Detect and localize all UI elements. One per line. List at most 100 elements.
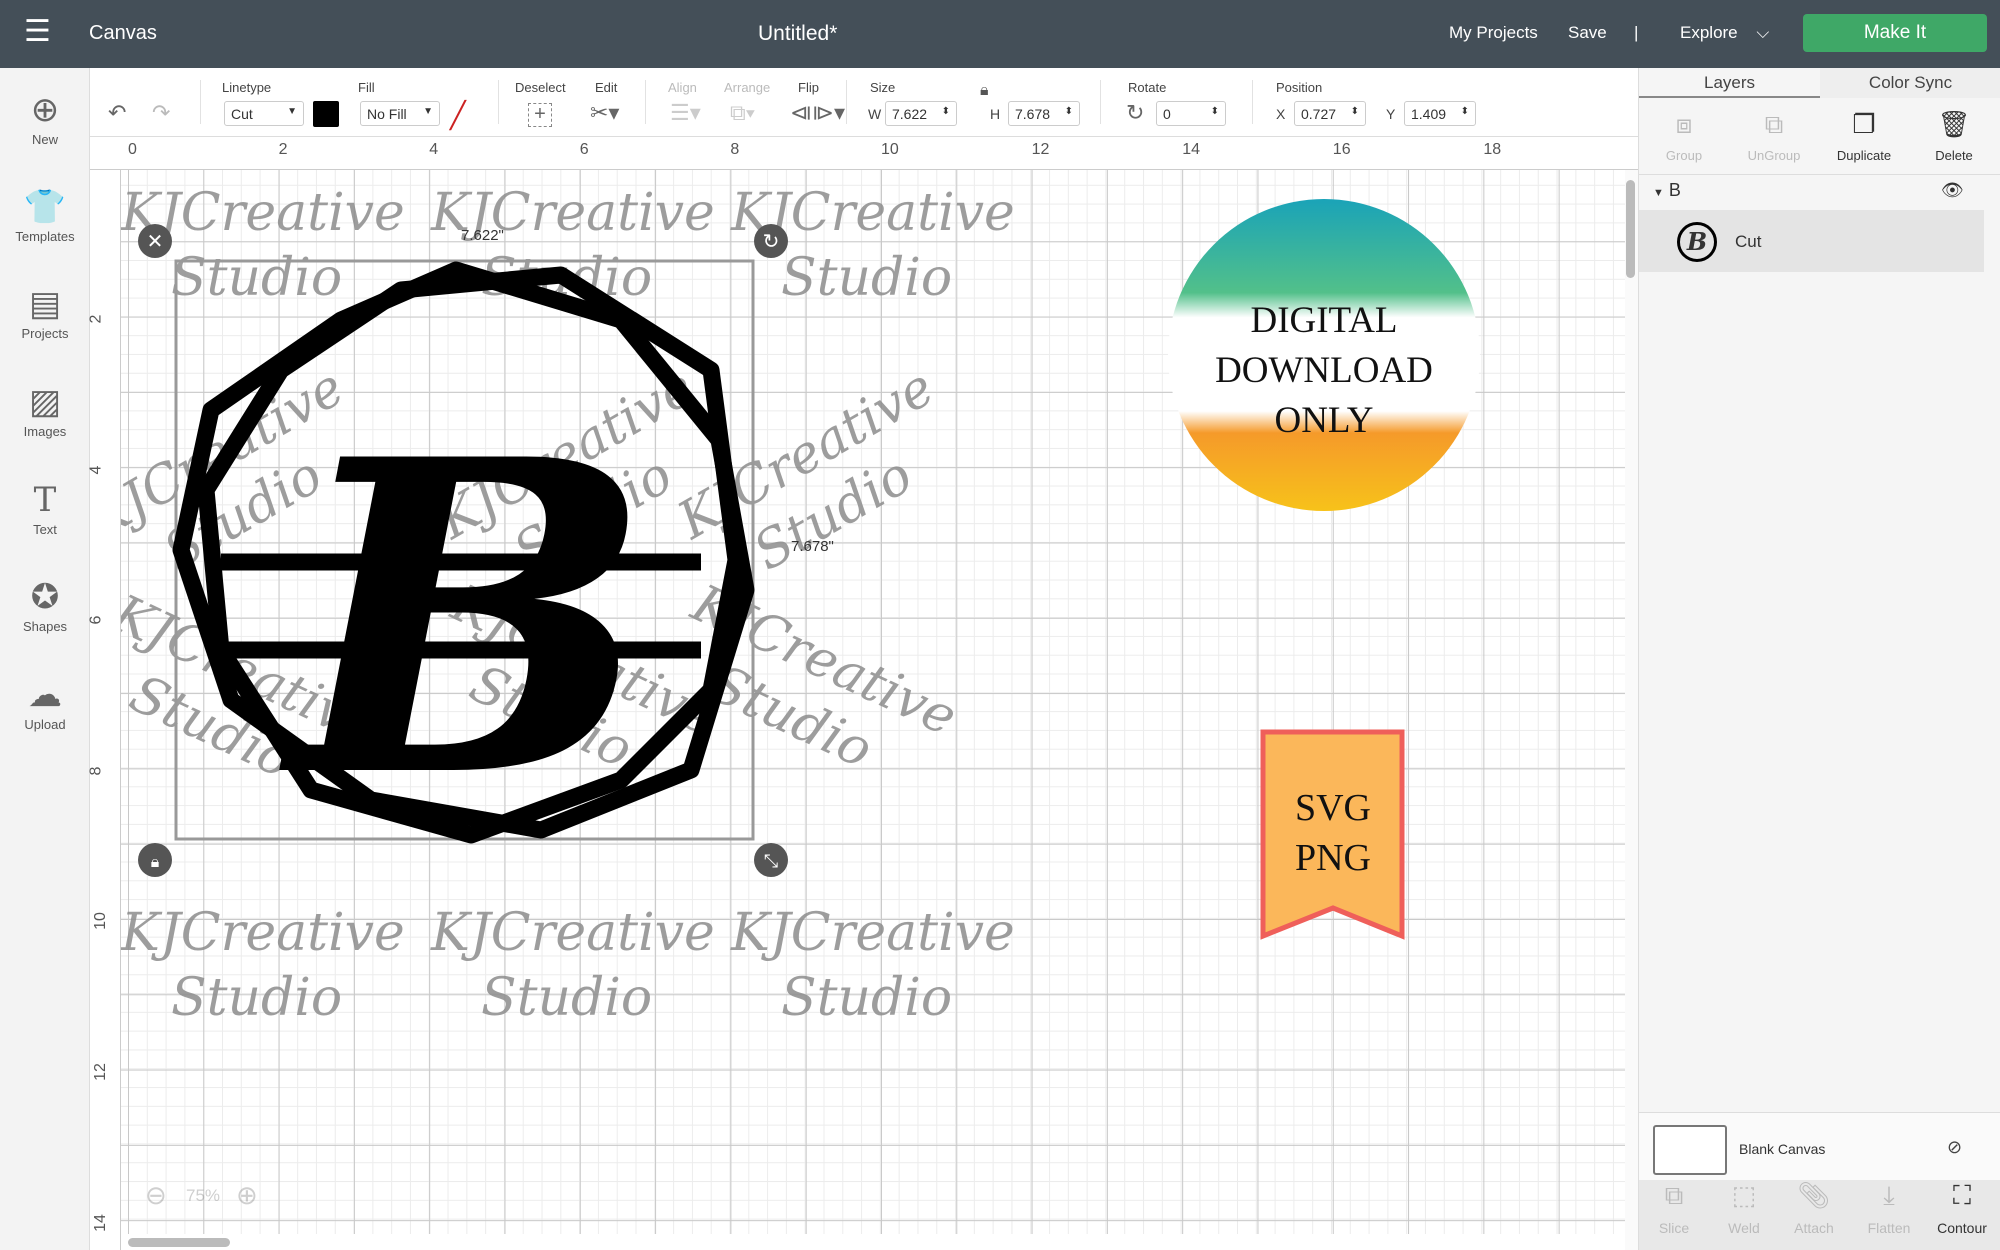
sidebar-item-new[interactable]: ⊕ New	[0, 88, 90, 147]
ungroup-button[interactable]: ⧉ UnGroup	[1729, 104, 1819, 163]
sidebar-item-images[interactable]: ▨ Images	[0, 380, 90, 439]
tab-color-sync[interactable]: Color Sync	[1820, 68, 2000, 98]
x-label: X	[1276, 106, 1286, 122]
divider	[498, 80, 499, 124]
linetype-color-swatch[interactable]	[313, 101, 339, 127]
stepper-icon[interactable]: ⬍	[1461, 106, 1469, 117]
badge-text: DOWNLOAD	[1215, 350, 1433, 391]
redo-icon[interactable]: ↷	[152, 100, 170, 126]
sidebar-item-projects[interactable]: ▤ Projects	[0, 282, 90, 341]
save-button[interactable]: Save	[1568, 23, 1607, 43]
ruler-tick-label: 12	[91, 1063, 109, 1081]
width-input[interactable]: 7.622 ⬍	[885, 101, 957, 126]
rotate-input[interactable]: 0 ⬍	[1156, 101, 1226, 126]
lock-handle[interactable]: 🔒︎	[138, 843, 172, 877]
zoom-controls[interactable]: ⊖ 75% ⊕	[145, 1180, 258, 1210]
group-button[interactable]: ⧈ Group	[1639, 104, 1729, 163]
my-projects-link[interactable]: My Projects	[1449, 23, 1538, 43]
zoom-in-icon[interactable]: ⊕	[236, 1180, 258, 1210]
delete-handle[interactable]: ✕	[138, 224, 172, 258]
watermark-text: KJCreative	[430, 903, 715, 963]
flip-label: Flip	[798, 80, 819, 95]
width-dimension-label: 7.622"	[461, 227, 504, 244]
undo-icon[interactable]: ↶	[108, 100, 126, 126]
watermark-text: KJCreative	[730, 903, 1015, 963]
contour-button[interactable]: ⛶ Contour	[1927, 1180, 1997, 1236]
watermark-text: Studio	[171, 248, 342, 308]
stepper-icon[interactable]: ⬍	[942, 106, 950, 117]
deselect-icon[interactable]: +	[528, 103, 552, 127]
layer-item-cut[interactable]: B Cut	[1639, 210, 1984, 272]
contour-icon: ⛶	[1952, 1180, 1972, 1210]
hamburger-icon[interactable]: ☰	[24, 14, 51, 49]
eye-slash-icon[interactable]: ⊘	[1947, 1137, 1962, 1158]
flip-icon[interactable]: ⧏⧐▾	[790, 100, 845, 126]
stepper-icon[interactable]: ⬍	[1351, 106, 1359, 117]
project-title: Untitled*	[758, 22, 838, 45]
vertical-scroll-thumb[interactable]	[1626, 180, 1635, 278]
contour-label: Contour	[1937, 1220, 1987, 1236]
zoom-out-icon[interactable]: ⊖	[145, 1180, 167, 1210]
arrange-label: Arrange	[724, 80, 771, 95]
ruler-tick-label: 18	[1483, 141, 1502, 158]
horizontal-scroll-thumb[interactable]	[128, 1238, 230, 1247]
align-icon[interactable]: ☰▾	[670, 100, 701, 126]
sidebar-item-text[interactable]: T Text	[0, 478, 90, 537]
arrange-icon[interactable]: ⧉▾	[730, 100, 755, 126]
position-label: Position	[1276, 80, 1323, 95]
lock-icon[interactable]: 🔒︎	[980, 82, 989, 100]
watermark: KJCreativeStudio	[121, 903, 405, 1028]
edit-label: Edit	[595, 80, 618, 95]
stepper-icon[interactable]: ⬍	[1211, 106, 1219, 117]
sidebar-label: Text	[33, 522, 57, 537]
watermark-text: Studio	[781, 968, 952, 1028]
resize-handle[interactable]: ⤡	[754, 843, 788, 877]
sidebar-item-templates[interactable]: 👕 Templates	[0, 185, 90, 244]
explore-label: Explore	[1680, 23, 1738, 42]
paperclip-icon: 📎︎	[1797, 1180, 1831, 1210]
tab-layers[interactable]: Layers	[1639, 68, 1820, 98]
no-fill-swatch-icon[interactable]: ╱	[450, 100, 466, 131]
cloud-upload-icon: ☁	[28, 676, 62, 714]
linetype-select[interactable]: Cut ▼	[224, 101, 304, 126]
edit-tools-icon[interactable]: ✂▾	[590, 100, 619, 126]
top-bar: ☰ Canvas Untitled* My Projects Save | Ex…	[0, 0, 2000, 68]
digital-download-badge[interactable]: DIGITAL DOWNLOAD ONLY	[1168, 199, 1480, 511]
slice-button[interactable]: ⧉ Slice	[1639, 1180, 1709, 1236]
design-canvas[interactable]: KJCreative Studio KJCreative Studio KJCreati…	[121, 170, 1625, 1234]
y-input[interactable]: 1.409 ⬍	[1404, 101, 1476, 126]
align-label: Align	[668, 80, 697, 95]
deselect-label: Deselect	[515, 80, 566, 95]
divider	[846, 80, 847, 124]
ruler-tick-label: 12	[1031, 141, 1050, 158]
height-input[interactable]: 7.678 ⬍	[1008, 101, 1080, 126]
x-input[interactable]: 0.727 ⬍	[1294, 101, 1366, 126]
divider	[1252, 80, 1253, 124]
eye-icon[interactable]: 👁︎	[1941, 180, 1964, 201]
attach-label: Attach	[1794, 1220, 1834, 1236]
sidebar-item-upload[interactable]: ☁ Upload	[0, 673, 90, 732]
layer-group-b[interactable]: ▼ B	[1653, 180, 1681, 201]
height-label: H	[990, 106, 1001, 122]
stepper-icon[interactable]: ⬍	[1065, 106, 1073, 117]
vertical-scrollbar[interactable]	[1625, 170, 1638, 1250]
divider	[1639, 174, 2000, 175]
delete-button[interactable]: 🗑︎ Delete	[1909, 104, 1999, 163]
weld-button[interactable]: ⬚ Weld	[1709, 1180, 1779, 1236]
chevron-down-icon: ⌵	[1756, 23, 1770, 42]
rotate-handle[interactable]: ↻	[754, 224, 788, 258]
explore-dropdown[interactable]: Explore ⌵	[1680, 23, 1769, 43]
linetype-label: Linetype	[222, 80, 272, 95]
ruler-tick-label: 8	[730, 141, 740, 158]
sidebar-item-shapes[interactable]: ✪ Shapes	[0, 575, 90, 634]
svg-png-ribbon[interactable]: SVG PNG	[1260, 729, 1405, 940]
ruler-tick-label: 0	[128, 141, 137, 158]
duplicate-button[interactable]: ❐ Duplicate	[1819, 104, 1909, 163]
flatten-button[interactable]: ⤓ Flatten	[1854, 1180, 1924, 1236]
x-value: 0.727	[1301, 106, 1337, 122]
make-it-button[interactable]: Make It	[1803, 14, 1987, 52]
attach-button[interactable]: 📎︎ Attach	[1779, 1180, 1849, 1236]
canvas-color-swatch[interactable]	[1653, 1125, 1727, 1175]
blank-canvas-row[interactable]: Blank Canvas ⊘	[1639, 1112, 2000, 1180]
fill-select[interactable]: No Fill ▼	[360, 101, 440, 126]
